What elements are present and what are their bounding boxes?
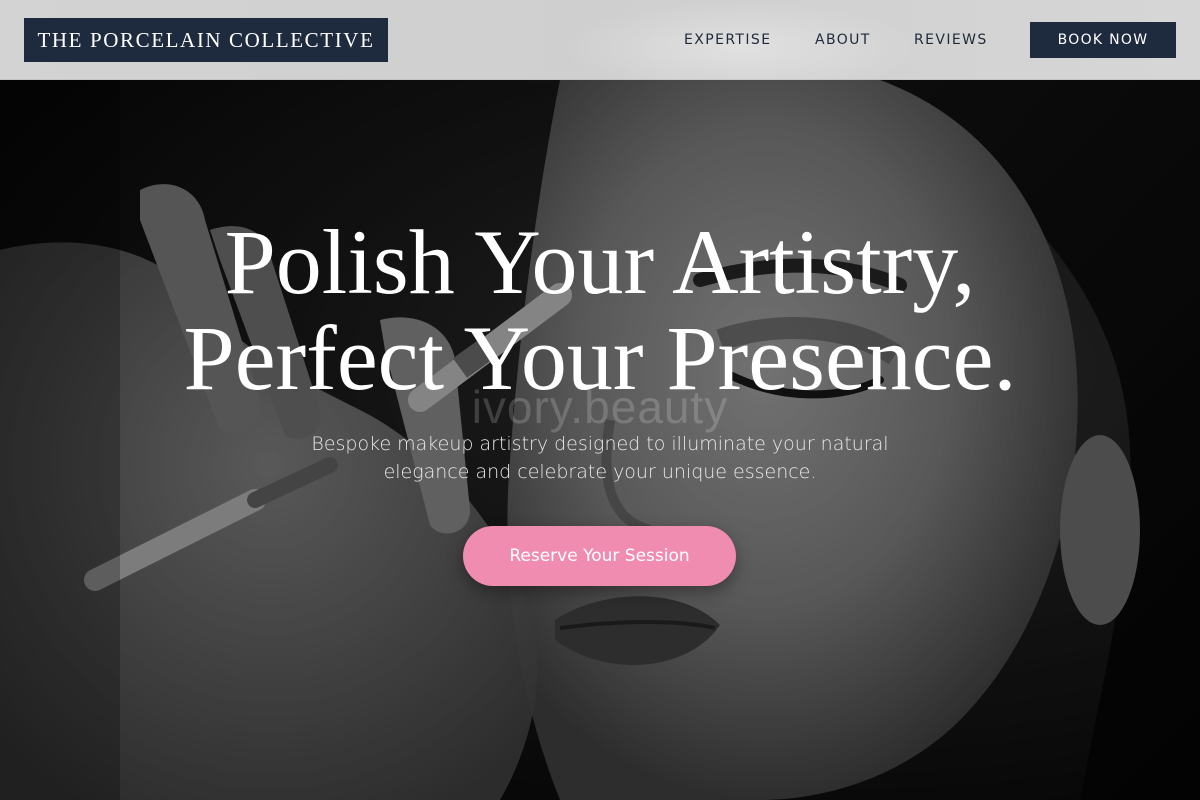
hero-subtext: Bespoke makeup artistry designed to illu…: [270, 430, 930, 486]
nav-link-about[interactable]: ABOUT: [815, 0, 871, 80]
hero-section: ivory.beauty Polish Your Artistry, Perfe…: [0, 80, 1200, 800]
hero-headline: Polish Your Artistry, Perfect Your Prese…: [0, 214, 1200, 406]
hero-headline-line-2: Perfect Your Presence.: [183, 307, 1017, 409]
hero-headline-line-1: Polish Your Artistry,: [224, 211, 976, 313]
hero-subtext-line-2: elegance and celebrate your unique essen…: [383, 461, 817, 483]
reserve-session-button[interactable]: Reserve Your Session: [463, 526, 736, 586]
book-now-button[interactable]: BOOK NOW: [1030, 22, 1176, 58]
nav-link-expertise[interactable]: EXPERTISE: [684, 0, 771, 80]
site-header: THE PORCELAIN COLLECTIVE EXPERTISE ABOUT…: [0, 0, 1200, 80]
brand-logo[interactable]: THE PORCELAIN COLLECTIVE: [24, 18, 388, 62]
hero-subtext-line-1: Bespoke makeup artistry designed to illu…: [311, 433, 889, 455]
nav-link-reviews[interactable]: REVIEWS: [914, 0, 988, 80]
brand-logo-text: THE PORCELAIN COLLECTIVE: [37, 27, 375, 52]
